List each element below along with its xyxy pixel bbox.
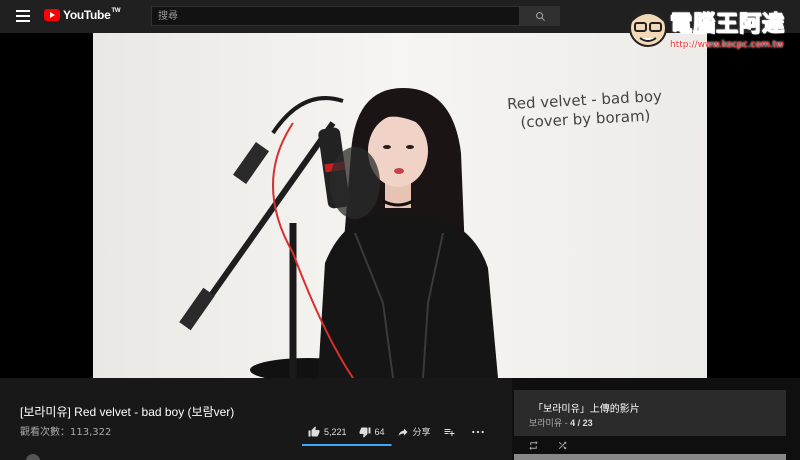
- mascot-icon: [629, 9, 667, 47]
- playlist-header[interactable]: 「보라미유」上傳的影片 보라미유 - 4 / 23: [514, 390, 786, 436]
- shuffle-icon: [558, 441, 567, 450]
- share-icon: [398, 428, 408, 436]
- playlist-panel: 「보라미유」上傳的影片 보라미유 - 4 / 23: [512, 378, 800, 460]
- menu-icon[interactable]: [16, 10, 30, 22]
- action-bar: 5,221 64 分享: [308, 425, 501, 438]
- playlist-position: 4 / 23: [570, 418, 593, 428]
- more-icon: [471, 430, 484, 433]
- playlist-title: 「보라미유」上傳的影片: [533, 404, 640, 415]
- view-count: 觀看次數：113,322: [20, 427, 112, 438]
- add-to-playlist-button[interactable]: [443, 426, 459, 438]
- logo-region: TW: [111, 8, 121, 14]
- playlist-channel: 보라미유: [529, 418, 563, 428]
- search-input[interactable]: [151, 6, 520, 26]
- watermark-title: 電腦王阿達: [669, 12, 786, 38]
- playlist-subtitle: 보라미유 - 4 / 23: [529, 418, 593, 428]
- share-button[interactable]: 分享: [397, 425, 431, 438]
- search-button[interactable]: [520, 6, 560, 26]
- video-title: [보라미유] Red velvet - bad boy (보람ver): [20, 405, 235, 419]
- loop-icon: [529, 440, 538, 451]
- share-label: 分享: [412, 427, 431, 437]
- like-count: 5,221: [324, 426, 347, 437]
- youtube-logo[interactable]: YouTubeTW: [44, 8, 120, 22]
- video-info: [보라미유] Red velvet - bad boy (보람ver) 觀看次數…: [0, 378, 512, 460]
- add-to-playlist-icon: [444, 428, 455, 436]
- more-button[interactable]: [471, 426, 489, 438]
- sentiment-fill: [302, 444, 391, 446]
- search-icon: [535, 11, 545, 21]
- like-icon: [308, 426, 320, 436]
- playlist-scrollbar[interactable]: [514, 454, 786, 460]
- video-player[interactable]: Red velvet - bad boy (cover by boram): [93, 33, 707, 378]
- sentiment-bar: [302, 444, 392, 446]
- dislike-count: 64: [374, 426, 385, 437]
- watermark-url: http://www.kocpc.com.tw: [670, 40, 784, 50]
- like-button[interactable]: 5,221: [308, 426, 347, 438]
- play-logo-icon: [44, 9, 60, 21]
- search-bar: [151, 6, 560, 26]
- dislike-button[interactable]: 64: [359, 426, 385, 438]
- logo-text: YouTubeTW: [63, 8, 121, 22]
- video-frame: [93, 33, 707, 378]
- dislike-icon: [359, 427, 371, 437]
- watermark: 電腦王阿達 http://www.kocpc.com.tw: [628, 4, 798, 52]
